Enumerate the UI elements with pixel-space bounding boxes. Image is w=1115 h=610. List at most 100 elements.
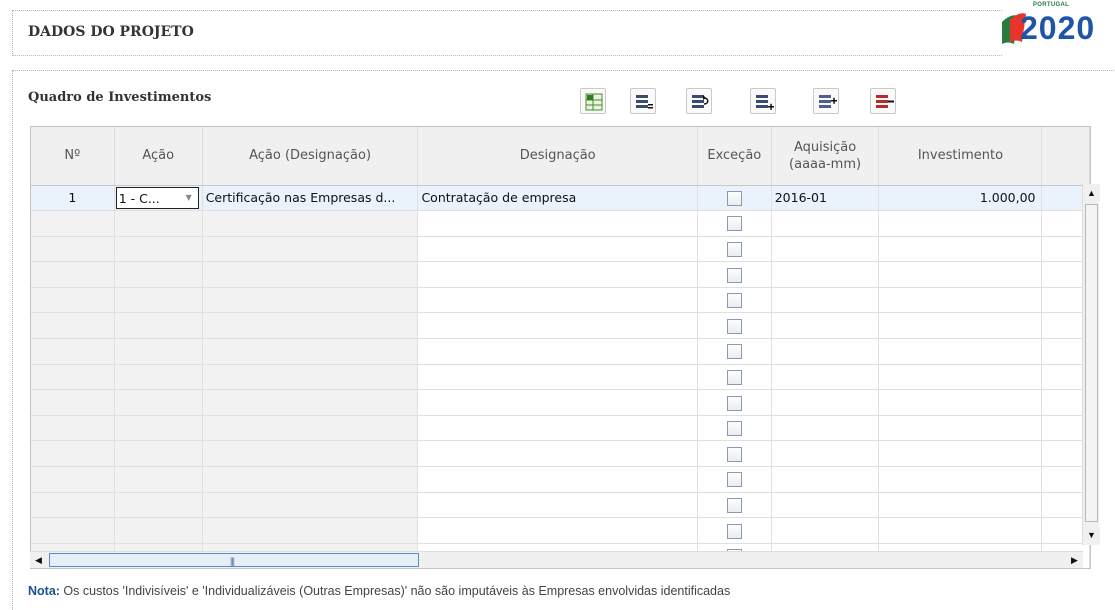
list-remove-button[interactable] <box>870 88 896 114</box>
col-header-designacao[interactable]: Designação <box>417 127 698 186</box>
cell-acao-designacao[interactable] <box>202 364 419 391</box>
excecao-checkbox[interactable] <box>726 293 742 309</box>
cell-acao-designacao[interactable] <box>202 517 419 544</box>
cell-acao-designacao[interactable] <box>202 415 419 442</box>
cell-designacao[interactable] <box>417 287 698 314</box>
table-row[interactable] <box>31 287 1090 314</box>
excecao-checkbox[interactable] <box>726 395 742 411</box>
cell-acao[interactable] <box>114 389 203 416</box>
scroll-down-icon[interactable]: ▼ <box>1083 527 1100 544</box>
cell-aquisicao[interactable] <box>771 364 880 391</box>
acao-select[interactable]: 1 - C... ▼ <box>115 186 199 209</box>
cell-acao-designacao[interactable] <box>202 236 419 263</box>
table-row[interactable] <box>31 338 1090 365</box>
cell-acao-designacao[interactable] <box>202 466 419 493</box>
cell-investimento[interactable] <box>878 492 1043 519</box>
cell-acao-designacao[interactable] <box>202 287 419 314</box>
cell-aquisicao[interactable] <box>771 440 880 468</box>
cell-investimento[interactable]: 1.000,00 <box>878 185 1043 212</box>
horizontal-scroll-thumb[interactable]: ||| <box>49 553 419 567</box>
table-row[interactable] <box>31 492 1090 519</box>
table-row[interactable] <box>31 517 1090 544</box>
cell-excecao[interactable] <box>697 389 772 416</box>
cell-acao-designacao[interactable] <box>202 389 419 416</box>
list-add-alt-button[interactable] <box>813 88 839 114</box>
cell-aquisicao[interactable] <box>771 338 880 365</box>
excecao-checkbox[interactable] <box>726 190 742 206</box>
cell-designacao[interactable] <box>417 466 698 493</box>
cell-aquisicao[interactable] <box>771 492 880 519</box>
cell-investimento[interactable] <box>878 364 1043 391</box>
excecao-checkbox[interactable] <box>726 523 742 539</box>
cell-aquisicao[interactable] <box>771 236 880 263</box>
scroll-right-icon[interactable]: ▶ <box>1066 552 1083 569</box>
cell-acao[interactable] <box>114 312 203 340</box>
cell-acao-designacao[interactable] <box>202 261 419 288</box>
cell-acao[interactable] <box>114 236 203 263</box>
cell-excecao[interactable] <box>697 440 772 468</box>
cell-excecao[interactable] <box>697 261 772 288</box>
cell-excecao[interactable] <box>697 364 772 391</box>
table-row[interactable] <box>31 210 1090 237</box>
cell-investimento[interactable] <box>878 440 1043 468</box>
cell-acao[interactable] <box>114 210 203 237</box>
cell-investimento[interactable] <box>878 466 1043 493</box>
cell-investimento[interactable] <box>878 261 1043 288</box>
excecao-checkbox[interactable] <box>726 369 742 385</box>
cell-excecao[interactable] <box>697 415 772 442</box>
table-row[interactable] <box>31 312 1090 340</box>
excecao-checkbox[interactable] <box>726 216 742 232</box>
scroll-left-icon[interactable]: ◀ <box>30 552 47 569</box>
cell-designacao[interactable] <box>417 364 698 391</box>
cell-investimento[interactable] <box>878 517 1043 544</box>
cell-designacao[interactable] <box>417 440 698 468</box>
cell-excecao[interactable] <box>697 517 772 544</box>
cell-excecao[interactable] <box>697 236 772 263</box>
cell-investimento[interactable] <box>878 236 1043 263</box>
cell-designacao[interactable] <box>417 312 698 340</box>
horizontal-scrollbar[interactable]: ◀ ||| ▶ <box>30 551 1083 568</box>
cell-excecao[interactable] <box>697 492 772 519</box>
cell-excecao[interactable] <box>697 210 772 237</box>
table-row[interactable] <box>31 236 1090 263</box>
cell-excecao[interactable] <box>697 312 772 340</box>
cell-investimento[interactable] <box>878 312 1043 340</box>
cell-excecao[interactable] <box>697 338 772 365</box>
excecao-checkbox[interactable] <box>726 497 742 513</box>
cell-designacao[interactable] <box>417 389 698 416</box>
table-row[interactable] <box>31 389 1090 416</box>
col-header-n[interactable]: Nº <box>31 127 115 186</box>
table-row[interactable] <box>31 466 1090 493</box>
excecao-checkbox[interactable] <box>726 446 742 462</box>
table-row[interactable] <box>31 364 1090 391</box>
list-undo-button[interactable] <box>686 88 712 114</box>
col-header-excecao[interactable]: Exceção <box>697 127 772 186</box>
cell-acao[interactable] <box>114 338 203 365</box>
table-row[interactable] <box>31 261 1090 288</box>
vertical-scroll-thumb[interactable] <box>1085 204 1098 522</box>
table-row[interactable]: 1 1 - C... ▼ Certificação nas Empresas d… <box>31 185 1090 212</box>
cell-acao[interactable]: 1 - C... ▼ <box>114 185 203 212</box>
cell-acao[interactable] <box>114 492 203 519</box>
excecao-checkbox[interactable] <box>726 421 742 437</box>
cell-investimento[interactable] <box>878 389 1043 416</box>
scroll-up-icon[interactable]: ▲ <box>1083 185 1100 202</box>
cell-acao-designacao[interactable] <box>202 338 419 365</box>
cell-investimento[interactable] <box>878 415 1043 442</box>
cell-acao-designacao[interactable] <box>202 210 419 237</box>
cell-aquisicao[interactable] <box>771 389 880 416</box>
vertical-scrollbar[interactable]: ▲ ▼ <box>1082 184 1100 545</box>
cell-designacao[interactable] <box>417 517 698 544</box>
cell-designacao[interactable] <box>417 415 698 442</box>
list-add-button[interactable] <box>750 88 776 114</box>
cell-aquisicao[interactable] <box>771 287 880 314</box>
cell-acao-designacao[interactable] <box>202 440 419 468</box>
cell-investimento[interactable] <box>878 210 1043 237</box>
cell-acao-designacao[interactable] <box>202 312 419 340</box>
cell-investimento[interactable] <box>878 338 1043 365</box>
cell-designacao[interactable] <box>417 210 698 237</box>
cell-aquisicao[interactable] <box>771 517 880 544</box>
col-header-acao[interactable]: Ação <box>114 127 203 186</box>
export-excel-button[interactable] <box>580 88 606 114</box>
cell-aquisicao[interactable] <box>771 312 880 340</box>
